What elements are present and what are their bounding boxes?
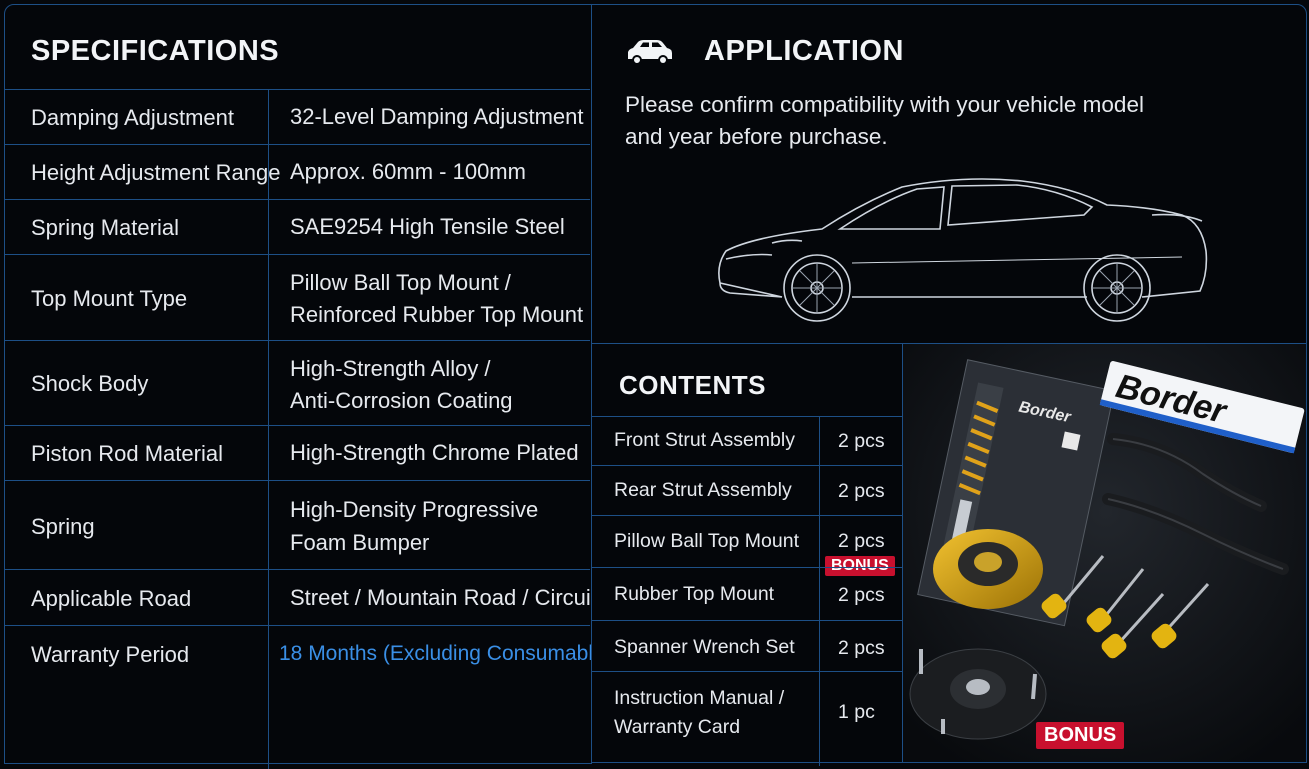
contents-row: Spanner Wrench Set 2 pcs <box>592 620 902 672</box>
spec-label: Piston Rod Material <box>31 441 223 466</box>
contents-qty: 1 pc <box>838 701 875 723</box>
spec-label: Shock Body <box>31 371 149 396</box>
contents-row: Front Strut Assembly 2 pcs <box>592 416 902 466</box>
warranty-value: 18 Months (Excluding Consumables) <box>279 642 623 665</box>
application-panel: APPLICATION Please confirm compatibility… <box>591 4 1307 344</box>
spec-value-line1: High-Density Progressive <box>290 497 539 522</box>
spec-value: SAE9254 High Tensile Steel <box>290 214 565 239</box>
contents-row: Rear Strut Assembly 2 pcs <box>592 465 902 516</box>
bonus-badge: BONUS <box>1036 722 1125 749</box>
spec-value-line1: Pillow Ball Top Mount / <box>290 270 511 295</box>
spec-label: Applicable Road <box>31 586 192 611</box>
spec-value-line1: High-Strength Alloy / <box>290 356 491 381</box>
spec-row: Damping Adjustment 32-Level Damping Adju… <box>5 89 590 145</box>
spec-row: Top Mount Type Pillow Ball Top Mount / R… <box>5 254 590 341</box>
spec-value: Street / Mountain Road / Circuit <box>290 585 597 610</box>
contents-label: Pillow Ball Top Mount <box>614 530 799 552</box>
spec-value-line2: Foam Bumper <box>290 530 430 555</box>
gold-top-mount <box>933 529 1043 609</box>
spec-value-line2: Reinforced Rubber Top Mount <box>290 302 584 327</box>
spec-row: Height Adjustment Range Approx. 60mm - 1… <box>5 144 590 200</box>
spec-row: Applicable Road Street / Mountain Road /… <box>5 569 597 626</box>
contents-row: Instruction Manual / Warranty Card 1 pc <box>592 671 902 766</box>
spec-row: Piston Rod Material High-Strength Chrome… <box>5 425 590 481</box>
spec-label: Top Mount Type <box>31 286 188 311</box>
spec-row: Shock Body High-Strength Alloy / Anti-Co… <box>5 340 590 426</box>
specifications-panel: SPECIFICATIONS Damping Adjustment 32-Lev… <box>4 4 622 769</box>
spec-label: Spring Material <box>31 215 179 240</box>
rubber-top-mount <box>909 648 1047 740</box>
specifications-title: SPECIFICATIONS <box>31 35 280 67</box>
contents-row: Rubber Top Mount 2 pcs <box>592 567 902 621</box>
spec-row: Warranty Period 18 Months (Excluding Con… <box>5 625 622 765</box>
contents-label: Rubber Top Mount <box>614 583 775 605</box>
car-icon <box>628 40 672 65</box>
contents-qty: 2 pcs <box>838 430 885 452</box>
product-kit-illustration: Border Border <box>903 344 1306 762</box>
spec-value: Approx. 60mm - 100mm <box>290 159 526 184</box>
contents-label-line1: Instruction Manual / <box>614 687 785 709</box>
spec-label: Damping Adjustment <box>31 105 234 130</box>
spec-row: Spring Material SAE9254 High Tensile Ste… <box>5 199 590 255</box>
contents-qty: 2 pcs <box>838 637 885 659</box>
contents-label: Spanner Wrench Set <box>614 636 795 658</box>
car-illustration <box>718 178 1208 322</box>
spec-label: Spring <box>31 514 95 539</box>
contents-label: Rear Strut Assembly <box>614 479 792 501</box>
contents-qty: 2 pcs <box>838 480 885 502</box>
spec-value: 32-Level Damping Adjustment <box>290 104 584 129</box>
description-line1: Please confirm compatibility with your v… <box>625 92 1144 117</box>
contents-qty: 2 pcs <box>838 530 885 552</box>
spec-label: Warranty Period <box>31 642 190 667</box>
contents-label: Front Strut Assembly <box>614 429 795 451</box>
spec-label: Height Adjustment Range <box>31 160 281 185</box>
description-line2: and year before purchase. <box>625 124 888 149</box>
contents-label-line2: Warranty Card <box>614 716 741 738</box>
contents-qty: 2 pcs <box>838 584 885 606</box>
contents-title: CONTENTS <box>619 370 766 400</box>
spec-value: High-Strength Chrome Plated <box>290 440 579 465</box>
application-description: Please confirm compatibility with your v… <box>625 89 1144 153</box>
application-title: APPLICATION <box>704 35 904 67</box>
contents-row: Pillow Ball Top Mount 2 pcs BONUS <box>592 515 902 576</box>
spec-row: Spring High-Density Progressive Foam Bum… <box>5 480 590 570</box>
product-photo: Border Border BONUS <box>902 343 1307 763</box>
contents-panel: CONTENTS Front Strut Assembly 2 pcs Rear… <box>591 343 903 766</box>
spec-value-line2: Anti-Corrosion Coating <box>290 388 513 413</box>
